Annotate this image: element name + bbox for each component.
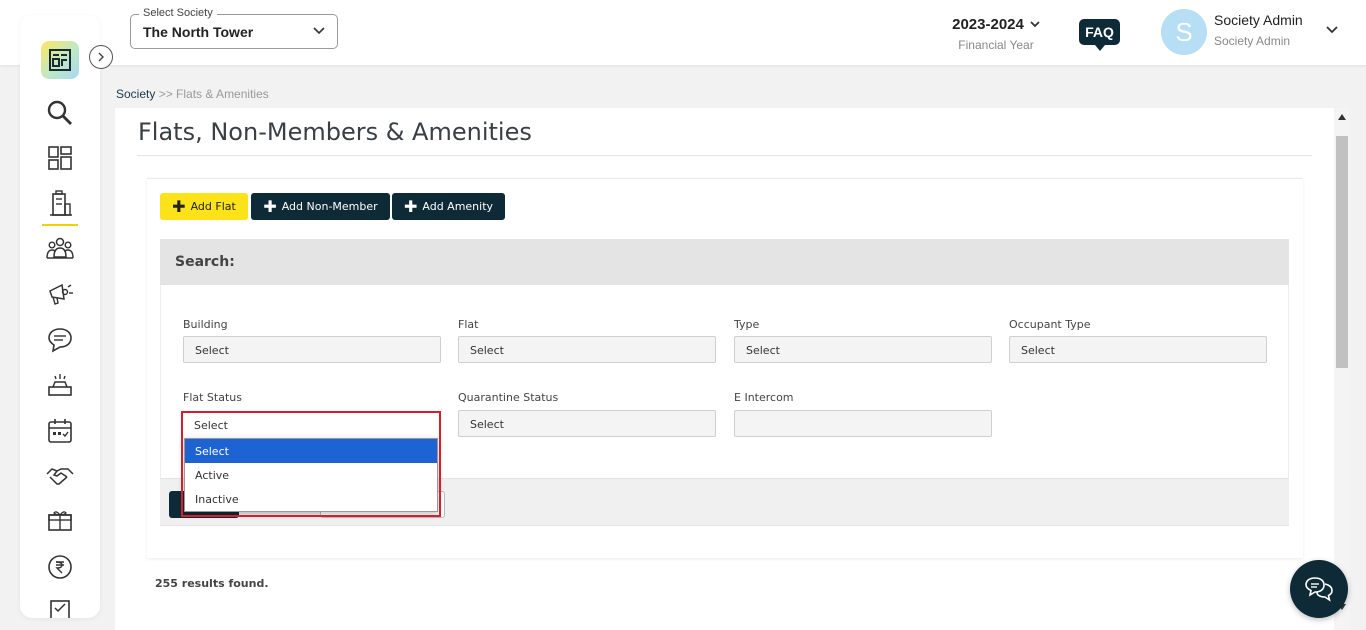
- breadcrumb: Society >> Flats & Amenities: [116, 87, 269, 101]
- avatar[interactable]: S: [1161, 9, 1207, 55]
- e-intercom-input[interactable]: [734, 410, 992, 437]
- document-icon: [50, 600, 70, 618]
- society-select-label: Select Society: [139, 7, 217, 19]
- sidebar-item-packages[interactable]: [44, 505, 76, 537]
- user-menu-chevron-icon[interactable]: [1326, 26, 1338, 34]
- type-select-value: Select: [746, 344, 780, 357]
- flat-label: Flat: [458, 318, 479, 331]
- quarantine-status-select[interactable]: Select: [458, 410, 716, 437]
- sidebar-item-search[interactable]: [44, 97, 76, 129]
- top-header: Select Society The North Tower 2023-2024…: [0, 0, 1366, 65]
- society-select[interactable]: Select Society The North Tower: [130, 7, 338, 49]
- main-panel: Flats, Non-Members & Amenities ✚ Add Fla…: [115, 108, 1334, 630]
- type-label: Type: [734, 318, 760, 331]
- add-flat-button[interactable]: ✚ Add Flat: [160, 193, 248, 220]
- title-divider: [137, 155, 1312, 156]
- announcement-icon: [49, 283, 73, 305]
- rupee-icon: [48, 555, 72, 579]
- faq-button[interactable]: FAQ: [1079, 19, 1120, 51]
- flat-status-option-inactive[interactable]: Inactive: [185, 487, 437, 511]
- members-icon: [46, 237, 74, 259]
- flat-status-select[interactable]: Select: [183, 414, 439, 438]
- search-header: Search:: [160, 239, 1289, 285]
- sidebar-item-messages[interactable]: [44, 324, 76, 356]
- search-heading: Search:: [175, 254, 235, 270]
- chevron-down-icon: [1030, 21, 1040, 28]
- add-amenity-label: Add Amenity: [422, 200, 494, 213]
- financial-year-value: 2023-2024: [952, 16, 1040, 33]
- app-logo[interactable]: [41, 41, 79, 79]
- occupant-type-label: Occupant Type: [1009, 318, 1091, 331]
- sidebar-item-partners[interactable]: [44, 460, 76, 492]
- add-non-member-button[interactable]: ✚ Add Non-Member: [251, 193, 390, 220]
- page-title: Flats, Non-Members & Amenities: [138, 118, 532, 146]
- sidebar-expand-button[interactable]: [89, 45, 113, 69]
- occupant-type-select-value: Select: [1021, 344, 1055, 357]
- results-count: 255 results found.: [155, 577, 269, 590]
- flat-status-option-active[interactable]: Active: [185, 463, 437, 487]
- amenity-icon: [48, 374, 72, 396]
- chat-icon: [48, 328, 72, 353]
- calendar-icon: [48, 419, 72, 443]
- building-label: Building: [183, 318, 228, 331]
- breadcrumb-separator: >>: [155, 87, 177, 101]
- breadcrumb-current: Flats & Amenities: [176, 87, 269, 101]
- scroll-up-arrow-icon[interactable]: [1338, 114, 1346, 120]
- add-amenity-button[interactable]: ✚ Add Amenity: [392, 193, 505, 220]
- chat-bubbles-icon: [1305, 577, 1333, 602]
- add-non-member-label: Add Non-Member: [281, 200, 378, 213]
- sidebar-item-dashboard[interactable]: [44, 142, 76, 174]
- scroll-thumb[interactable]: [1336, 136, 1348, 368]
- flat-select[interactable]: Select: [458, 336, 716, 363]
- sidebar: [20, 15, 100, 618]
- building-select[interactable]: Select: [183, 336, 441, 363]
- chevron-right-icon: [98, 52, 104, 62]
- building-icon: [50, 190, 72, 216]
- e-intercom-label: E Intercom: [734, 391, 794, 404]
- search-icon: [47, 100, 72, 125]
- quarantine-status-select-value: Select: [470, 418, 504, 431]
- quarantine-status-label: Quarantine Status: [458, 391, 559, 404]
- type-select[interactable]: Select: [734, 336, 992, 363]
- dashboard-icon: [48, 146, 72, 170]
- sidebar-item-members[interactable]: [44, 233, 76, 265]
- sidebar-item-payments[interactable]: [44, 551, 76, 583]
- flat-status-select-value: Select: [194, 419, 228, 432]
- society-select-value: The North Tower: [143, 24, 254, 40]
- sidebar-item-calendar[interactable]: [44, 415, 76, 447]
- occupant-type-select[interactable]: Select: [1009, 336, 1267, 363]
- package-icon: [48, 511, 72, 531]
- plus-icon: ✚: [263, 196, 277, 216]
- user-role: Society Admin: [1214, 34, 1291, 48]
- building-select-value: Select: [195, 344, 229, 357]
- handshake-icon: [46, 468, 74, 485]
- sidebar-item-documents[interactable]: [44, 596, 76, 618]
- breadcrumb-society-link[interactable]: Society: [116, 87, 155, 101]
- flat-status-dropdown-list: Select Active Inactive: [184, 438, 438, 512]
- chat-support-button[interactable]: [1290, 560, 1348, 618]
- sidebar-item-amenities[interactable]: [44, 369, 76, 401]
- page-scrollbar[interactable]: [1334, 108, 1350, 630]
- flat-status-label: Flat Status: [183, 391, 242, 404]
- chevron-down-icon: [313, 27, 325, 35]
- financial-year-selector[interactable]: 2023-2024 Financial Year: [940, 14, 1052, 52]
- logo-icon: [49, 49, 71, 71]
- sidebar-item-flats[interactable]: [42, 188, 78, 226]
- financial-year-text: 2023-2024: [952, 16, 1024, 33]
- flat-status-option-select[interactable]: Select: [185, 439, 437, 463]
- financial-year-label: Financial Year: [958, 38, 1034, 52]
- user-name: Society Admin: [1214, 12, 1303, 28]
- plus-icon: ✚: [172, 196, 186, 216]
- flat-select-value: Select: [470, 344, 504, 357]
- plus-icon: ✚: [403, 196, 418, 216]
- sidebar-item-announcements[interactable]: [44, 278, 76, 310]
- add-flat-label: Add Flat: [190, 200, 236, 213]
